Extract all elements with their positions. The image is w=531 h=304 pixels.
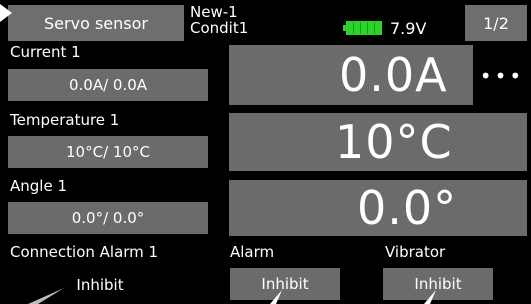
- temperature-value: 10°C: [335, 115, 453, 169]
- battery-status: 7.9V: [343, 16, 446, 40]
- angle-minmax-value: 0.0°/ 0.0°: [71, 209, 145, 227]
- battery-voltage: 7.9V: [390, 18, 427, 38]
- current-minmax-field: 0.0A/ 0.0A: [8, 69, 208, 101]
- current-display[interactable]: 0.0A: [229, 45, 473, 105]
- more-options-icon[interactable]: •••: [477, 58, 527, 94]
- battery-icon: [343, 21, 382, 35]
- alarm-label: Alarm: [230, 243, 275, 261]
- temperature-display[interactable]: 10°C: [229, 113, 527, 171]
- connection-alarm-value: Inhibit: [76, 276, 124, 294]
- servo-sensor-button[interactable]: Servo sensor: [8, 5, 184, 41]
- vibrator-label: Vibrator: [385, 243, 446, 261]
- pointer-arrow-icon: [28, 288, 64, 304]
- temperature-minmax-value: 10°C/ 10°C: [66, 143, 150, 161]
- model-name: New-1: [190, 3, 238, 21]
- model-info: New-1 Condit1: [190, 4, 300, 42]
- servo-sensor-label: Servo sensor: [44, 13, 148, 33]
- current-label: Current 1: [10, 43, 81, 61]
- angle-label: Angle 1: [10, 177, 67, 195]
- temperature-minmax-field: 10°C/ 10°C: [8, 136, 208, 168]
- page-indicator: 1/2: [483, 13, 509, 33]
- pointer-arrow-icon: [424, 290, 436, 304]
- pointer-arrow-icon: [270, 290, 282, 304]
- pointer-arrow-icon: [0, 4, 12, 22]
- current-value: 0.0A: [339, 48, 448, 102]
- condition-name: Condit1: [190, 19, 249, 37]
- connection-alarm-label: Connection Alarm 1: [10, 243, 159, 261]
- angle-value: 0.0°: [357, 181, 458, 235]
- temperature-label: Temperature 1: [10, 111, 120, 129]
- angle-display[interactable]: 0.0°: [229, 180, 527, 236]
- current-minmax-value: 0.0A/ 0.0A: [68, 76, 148, 94]
- page-indicator-button[interactable]: 1/2: [465, 5, 527, 41]
- angle-minmax-field: 0.0°/ 0.0°: [8, 202, 208, 234]
